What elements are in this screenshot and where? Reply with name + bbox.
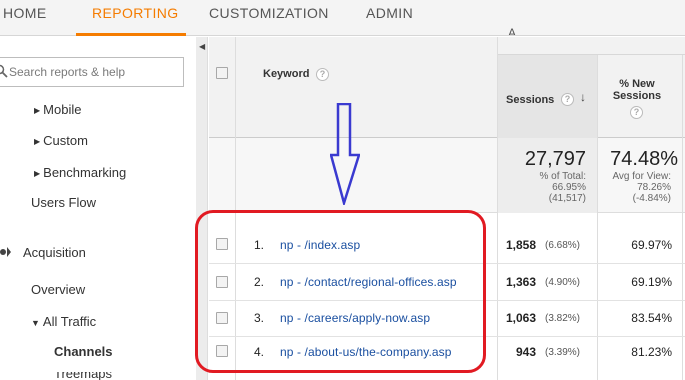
select-all-checkbox[interactable] — [216, 67, 228, 79]
help-icon[interactable]: ? — [561, 93, 574, 106]
sessions-value: 1,063 — [506, 311, 537, 325]
help-icon[interactable]: ? — [630, 106, 643, 119]
table-header-group — [497, 37, 685, 55]
search-icon — [0, 64, 8, 78]
caret-down-icon: ▼ — [31, 318, 40, 328]
sidebar — [0, 37, 196, 380]
collapse-arrow-icon[interactable]: ◀ — [199, 42, 205, 51]
new-sessions-value: 83.54% — [631, 311, 672, 325]
column-divider — [497, 37, 498, 380]
sessions-percent-value: 66.95% — [552, 182, 586, 193]
sidebar-item-acquisition[interactable]: Acquisition — [23, 245, 86, 260]
sessions-total-count: (41,517) — [548, 193, 586, 204]
caret-right-icon: ▶ — [34, 137, 41, 146]
search-input[interactable] — [9, 65, 179, 79]
sessions-total: 27,797 — [524, 148, 586, 170]
new-sessions-value: 69.97% — [631, 238, 672, 252]
sidebar-item-overview[interactable]: Overview — [31, 282, 85, 297]
sidebar-item-label: Benchmarking — [43, 165, 127, 180]
sort-descending-icon[interactable]: ↓ — [580, 90, 586, 104]
sidebar-item-mobile[interactable]: ▶ Mobile — [34, 102, 81, 114]
highlight-box — [195, 210, 486, 373]
new-sessions-column-header[interactable]: % New Sessions — [604, 78, 670, 102]
new-sessions-avg-value: 78.26% — [637, 182, 671, 193]
new-sessions-avg-label: Avg for View: — [612, 171, 671, 182]
sidebar-item-treemaps[interactable]: Treemaps — [54, 372, 112, 380]
caret-right-icon: ▶ — [34, 169, 41, 178]
sidebar-item-custom[interactable]: ▶ Custom — [34, 133, 88, 148]
sidebar-item-users-flow[interactable]: Users Flow — [31, 195, 96, 210]
annotation-arrow-icon — [330, 103, 360, 205]
new-sessions-total: 74.48% — [610, 148, 678, 170]
sessions-value: 943 — [516, 345, 537, 359]
caret-right-icon: ▶ — [34, 106, 41, 114]
new-sessions-value: 81.23% — [631, 345, 672, 359]
tab-admin[interactable]: ADMIN — [366, 0, 413, 36]
tab-customization[interactable]: CUSTOMIZATION — [209, 0, 329, 36]
tab-home[interactable]: HOME — [3, 0, 47, 36]
sessions-value: 1,363 — [506, 275, 537, 289]
help-icon[interactable]: ? — [316, 68, 329, 81]
sidebar-item-channels[interactable]: Channels — [54, 344, 113, 359]
sidebar-item-label: Custom — [43, 133, 88, 148]
sessions-percent-label: % of Total: — [539, 171, 586, 182]
header-group-label: A — [508, 26, 517, 35]
active-tab-indicator — [76, 33, 186, 36]
sidebar-item-all-traffic[interactable]: ▼ All Traffic — [31, 314, 96, 329]
sessions-column-header[interactable]: Sessions — [506, 94, 554, 106]
keyword-column-header[interactable]: Keyword — [263, 68, 309, 80]
tab-reporting[interactable]: REPORTING — [92, 0, 179, 36]
column-divider — [682, 55, 683, 380]
sidebar-item-label: All Traffic — [42, 314, 97, 329]
sidebar-item-benchmarking[interactable]: ▶ Benchmarking — [34, 165, 126, 180]
column-divider — [597, 55, 598, 380]
new-sessions-delta: (-4.84%) — [632, 193, 671, 204]
sidebar-item-label: Mobile — [43, 102, 82, 114]
acquisition-icon — [0, 247, 11, 257]
sessions-percent: (3.82%) — [545, 313, 581, 324]
sessions-percent: (3.39%) — [545, 347, 581, 358]
sessions-value: 1,858 — [506, 238, 537, 252]
sessions-percent: (6.68%) — [545, 240, 581, 251]
sessions-percent: (4.90%) — [545, 277, 581, 288]
new-sessions-value: 69.19% — [631, 275, 672, 289]
